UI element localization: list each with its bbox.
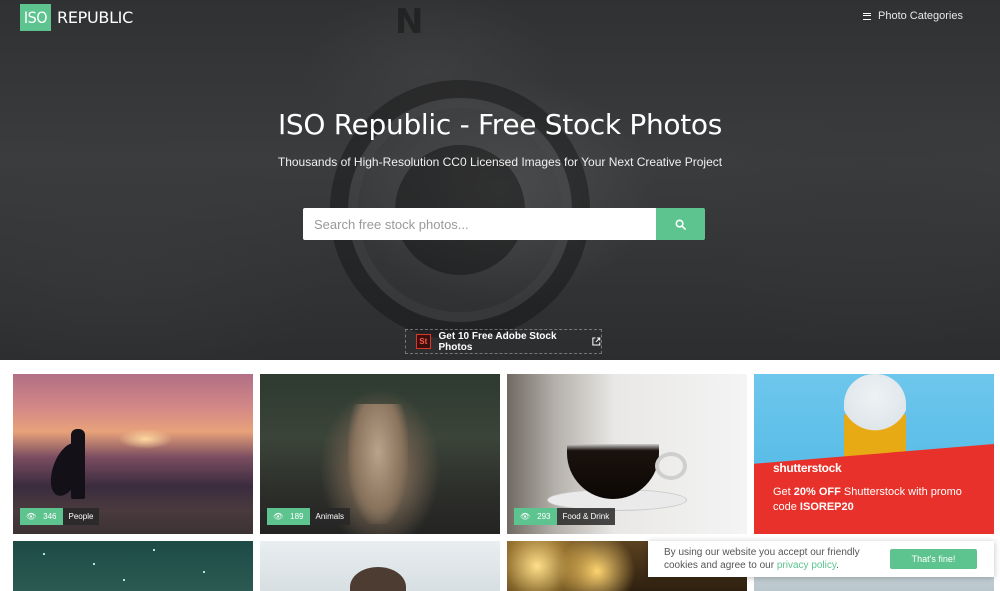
photo-categories-label: Photo Categories xyxy=(878,10,963,22)
photo-count: 346 xyxy=(43,512,57,521)
cookie-accept-button[interactable]: That's fine! xyxy=(890,549,977,569)
hero-background-camera: N xyxy=(395,2,426,42)
squirrel-image xyxy=(348,404,408,524)
external-link-icon xyxy=(592,337,601,346)
star xyxy=(123,579,125,581)
ad-promo-code: ISOREP20 xyxy=(799,501,854,513)
eye-icon: 👁 xyxy=(273,512,284,521)
ad-model-image xyxy=(844,374,906,464)
page-subtitle: Thousands of High-Resolution CC0 License… xyxy=(277,155,723,169)
adobe-stock-link[interactable]: St Get 10 Free Adobe Stock Photos xyxy=(405,329,602,354)
hero-banner: N ISO REPUBLIC Photo Categories ISO Repu… xyxy=(0,0,1000,360)
adobe-stock-icon: St xyxy=(416,334,431,349)
search-bar xyxy=(303,208,705,240)
eye-icon: 👁 xyxy=(26,512,37,521)
site-logo[interactable]: ISO REPUBLIC xyxy=(20,4,133,31)
photo-categories-menu[interactable]: Photo Categories xyxy=(863,10,963,22)
cookie-text: By using our website you accept our frie… xyxy=(664,547,860,571)
photo-card-animals[interactable]: 👁 189 Animals xyxy=(260,374,500,534)
search-input[interactable] xyxy=(303,208,656,240)
photo-category: Food & Drink xyxy=(556,508,616,525)
sunset-glow xyxy=(118,429,173,449)
shutterstock-logo: shutterstock xyxy=(773,461,842,475)
eye-icon: 👁 xyxy=(520,512,531,521)
photo-count: 293 xyxy=(537,512,551,521)
photo-badge[interactable]: 👁 293 Food & Drink xyxy=(514,508,616,525)
logo-box: ISO xyxy=(20,4,51,31)
adobe-stock-label: Get 10 Free Adobe Stock Photos xyxy=(438,330,557,353)
photo-card-food-drink[interactable]: 👁 293 Food & Drink xyxy=(507,374,747,534)
photo-card-people[interactable]: 👁 346 People xyxy=(13,374,253,534)
page-title: ISO Republic - Free Stock Photos xyxy=(277,108,723,141)
search-icon xyxy=(675,219,686,230)
person-head-image xyxy=(350,567,406,591)
logo-word: REPUBLIC xyxy=(57,8,133,27)
surfer-silhouette xyxy=(71,429,85,499)
photo-count: 189 xyxy=(290,512,304,521)
ad-discount: 20% OFF xyxy=(793,486,841,498)
cup-handle xyxy=(655,452,687,480)
photo-category: Animals xyxy=(309,508,350,525)
cookie-notice: By using our website you accept our frie… xyxy=(648,541,994,577)
ad-text: Get 20% OFF Shutterstock with promo code… xyxy=(773,486,962,513)
photo-card-portrait[interactable] xyxy=(260,541,500,591)
star xyxy=(43,553,45,555)
photo-category: People xyxy=(62,508,100,525)
star xyxy=(203,571,205,573)
privacy-policy-link[interactable]: privacy policy xyxy=(777,560,836,571)
shutterstock-ad[interactable]: shutterstock Get 20% OFF Shutterstock wi… xyxy=(754,374,994,534)
photo-card-night-sky[interactable] xyxy=(13,541,253,591)
star xyxy=(93,563,95,565)
search-button[interactable] xyxy=(656,208,705,240)
star xyxy=(153,549,155,551)
hamburger-icon xyxy=(863,12,871,20)
photo-badge[interactable]: 👁 189 Animals xyxy=(267,508,350,525)
photo-badge[interactable]: 👁 346 People xyxy=(20,508,100,525)
